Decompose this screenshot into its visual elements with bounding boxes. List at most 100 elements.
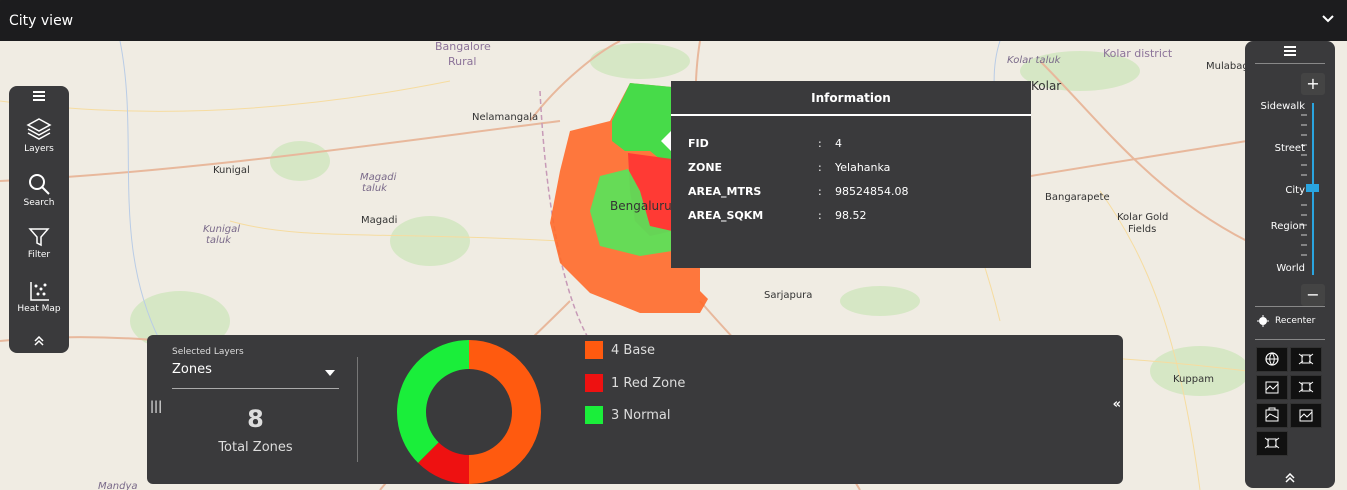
zoom-level-region[interactable]: Region bbox=[1271, 221, 1305, 232]
legend-swatch bbox=[585, 341, 603, 359]
basemap-option[interactable] bbox=[1256, 431, 1288, 456]
map-label: taluk bbox=[206, 235, 231, 246]
search-button[interactable]: Search bbox=[9, 172, 69, 208]
map-label: Kolar Gold bbox=[1117, 212, 1169, 223]
legend-item: 1 Red Zone bbox=[585, 374, 685, 392]
layers-label: Layers bbox=[24, 144, 54, 154]
info-popup: Information FID: 4 ZONE: Yelahanka AREA_… bbox=[661, 81, 1031, 268]
divider bbox=[357, 357, 358, 462]
divider bbox=[1255, 63, 1325, 64]
legend-label: 3 Normal bbox=[611, 407, 671, 423]
zoom-out-button[interactable]: − bbox=[1301, 284, 1325, 306]
info-row: ZONE: Yelahanka bbox=[688, 161, 891, 174]
basemap-option[interactable] bbox=[1256, 347, 1288, 372]
map-label: Kolar district bbox=[1103, 47, 1173, 60]
divider bbox=[1255, 339, 1325, 340]
window-title: City view bbox=[9, 12, 74, 29]
map-label: Rural bbox=[448, 55, 477, 68]
recenter-button[interactable]: Recenter bbox=[1257, 315, 1315, 327]
heatmap-icon bbox=[30, 282, 49, 301]
zoom-in-button[interactable]: + bbox=[1301, 73, 1325, 95]
panel-collapse-handle[interactable]: ||| bbox=[150, 399, 162, 413]
zone-summary-panel: ||| Selected Layers Zones 8 Total Zones … bbox=[147, 335, 1123, 484]
divider bbox=[1255, 306, 1325, 307]
search-label: Search bbox=[23, 198, 55, 208]
heatmap-label: Heat Map bbox=[17, 304, 61, 314]
info-value: 98524854.08 bbox=[835, 185, 909, 198]
map-label: Kolar bbox=[1031, 79, 1062, 93]
map-label: Kunigal bbox=[213, 165, 250, 176]
search-icon bbox=[29, 174, 50, 195]
left-toolbar: Layers Search Filter Heat Map bbox=[9, 86, 69, 353]
total-zones-count: 8 bbox=[247, 405, 264, 433]
zoom-level-world[interactable]: World bbox=[1276, 263, 1305, 274]
zoom-level-city[interactable]: City bbox=[1285, 185, 1305, 196]
donut-slice-normal[interactable] bbox=[397, 340, 469, 463]
title-bar: City view bbox=[0, 0, 1347, 41]
map-label: Kuppam bbox=[1173, 374, 1214, 385]
map-label: Bangarapete bbox=[1045, 192, 1110, 203]
zoom-slider-thumb[interactable] bbox=[1306, 184, 1319, 192]
layer-select[interactable]: Zones bbox=[172, 362, 339, 389]
map-label: Fields bbox=[1128, 224, 1157, 235]
info-row: FID: 4 bbox=[688, 137, 842, 150]
legend-label: 4 Base bbox=[611, 342, 656, 358]
map-label: Kunigal bbox=[203, 224, 240, 235]
info-value: 98.52 bbox=[835, 209, 867, 222]
zoom-level-street[interactable]: Street bbox=[1275, 143, 1305, 154]
map-label: Mulabag bbox=[1206, 61, 1249, 72]
legend-label: 1 Red Zone bbox=[611, 375, 686, 391]
basemap-option[interactable] bbox=[1290, 347, 1322, 372]
total-zones-label: Total Zones bbox=[218, 440, 293, 455]
hamburger-icon[interactable] bbox=[33, 91, 45, 101]
filter-label: Filter bbox=[27, 250, 51, 260]
donut-slice-base[interactable] bbox=[469, 340, 541, 484]
info-key: FID bbox=[688, 137, 709, 150]
satellite-icon bbox=[1298, 353, 1314, 365]
map-label: Mandya bbox=[98, 481, 138, 490]
info-row: AREA_MTRS: 98524854.08 bbox=[688, 185, 909, 198]
filter-button[interactable]: Filter bbox=[9, 226, 69, 260]
map-label: Magadi bbox=[361, 215, 398, 226]
info-key: AREA_MTRS bbox=[688, 185, 762, 198]
layers-icon bbox=[26, 118, 52, 140]
satellite-icon bbox=[1298, 381, 1314, 393]
legend-item: 4 Base bbox=[585, 341, 655, 359]
info-value: Yelahanka bbox=[835, 161, 891, 174]
popup-pointer bbox=[661, 131, 671, 151]
info-row: AREA_SQKM: 98.52 bbox=[688, 209, 867, 222]
map-label: Bengaluru bbox=[610, 199, 672, 213]
legend-swatch bbox=[585, 406, 603, 424]
hamburger-icon[interactable] bbox=[1284, 46, 1296, 56]
terrain-icon bbox=[1299, 409, 1313, 422]
recenter-label: Recenter bbox=[1275, 316, 1316, 326]
zoom-level-sidewalk[interactable]: Sidewalk bbox=[1260, 101, 1305, 112]
layer-select-value: Zones bbox=[172, 362, 212, 377]
legend-item: 3 Normal bbox=[585, 406, 670, 424]
double-chevron-up-icon[interactable] bbox=[34, 336, 44, 346]
right-toolbar: + Sidewalk Street City Region World − Re… bbox=[1245, 41, 1335, 488]
terrain-icon bbox=[1265, 381, 1279, 394]
basemap-option[interactable] bbox=[1256, 403, 1288, 428]
basemap-option[interactable] bbox=[1256, 375, 1288, 400]
satellite-icon bbox=[1264, 437, 1280, 449]
legend-swatch bbox=[585, 374, 603, 392]
map-label: Bangalore bbox=[435, 41, 491, 53]
double-chevron-left-icon[interactable]: « bbox=[1113, 397, 1121, 412]
info-key: ZONE bbox=[688, 161, 723, 174]
selected-layers-label: Selected Layers bbox=[172, 347, 244, 357]
terrain-icon bbox=[1265, 407, 1279, 422]
map-label: Sarjapura bbox=[764, 290, 813, 301]
layers-button[interactable]: Layers bbox=[9, 116, 69, 154]
dropdown-arrow-icon bbox=[325, 370, 335, 376]
map-label: Magadi bbox=[360, 172, 397, 183]
double-chevron-up-icon[interactable] bbox=[1285, 473, 1295, 483]
map-label: Nelamangala bbox=[472, 112, 539, 123]
basemap-option[interactable] bbox=[1290, 403, 1322, 428]
heatmap-button[interactable]: Heat Map bbox=[9, 280, 69, 314]
info-key: AREA_SQKM bbox=[688, 209, 764, 222]
basemap-option[interactable] bbox=[1290, 375, 1322, 400]
zones-donut-chart bbox=[397, 340, 541, 484]
map-label: Kolar taluk bbox=[1007, 55, 1061, 66]
chevron-down-icon[interactable] bbox=[1321, 11, 1335, 25]
